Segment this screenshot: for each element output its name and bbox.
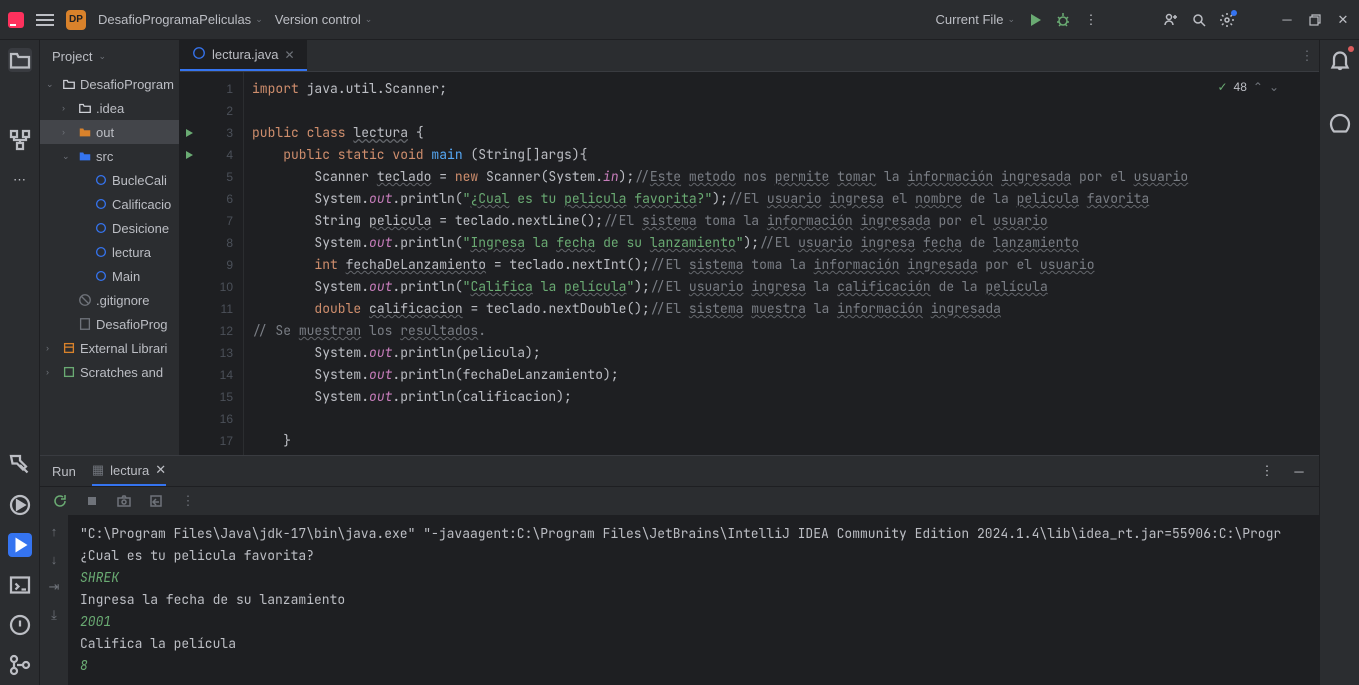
vcs-label: Version control: [275, 12, 361, 27]
run-toolbar: ⋮: [40, 486, 1319, 515]
notifications-button[interactable]: [1328, 48, 1352, 72]
run-config-tab[interactable]: ▦ lectura ✕: [92, 456, 166, 486]
run-panel: Run ▦ lectura ✕ ⋮ ─ ⋮ ↑ ↓: [40, 455, 1319, 685]
editor-tabs: lectura.java ✕ ⋮: [180, 40, 1319, 72]
project-panel-header[interactable]: Project ⌄: [40, 40, 179, 72]
maximize-button[interactable]: [1307, 12, 1323, 28]
main-menu-button[interactable]: [36, 14, 54, 26]
down-stack-button[interactable]: ↓: [46, 551, 62, 567]
tree-item[interactable]: ›External Librari: [40, 336, 179, 360]
services-tool-button[interactable]: [8, 493, 32, 517]
hide-run-button[interactable]: ─: [1291, 463, 1307, 479]
project-badge: DP: [66, 10, 86, 30]
code-with-me-icon[interactable]: [1163, 12, 1179, 28]
run-button[interactable]: [1027, 12, 1043, 28]
rerun-button[interactable]: [52, 493, 68, 509]
left-tool-rail: ⋯: [0, 40, 40, 685]
ij-logo-icon: [8, 12, 24, 28]
run-more-button[interactable]: ⋮: [1259, 463, 1275, 479]
run-panel-title: Run: [52, 464, 76, 479]
tree-item[interactable]: ›.idea: [40, 96, 179, 120]
minimize-button[interactable]: ─: [1279, 12, 1295, 28]
tree-item[interactable]: Main: [40, 264, 179, 288]
ai-assistant-button[interactable]: [1328, 112, 1352, 136]
console-output[interactable]: "C:\Program Files\Java\jdk-17\bin\java.e…: [68, 515, 1319, 685]
close-tab-button[interactable]: ✕: [284, 48, 294, 62]
soft-wrap-button[interactable]: ⇥: [46, 579, 62, 595]
tree-item[interactable]: lectura: [40, 240, 179, 264]
tree-item[interactable]: DesafioProg: [40, 312, 179, 336]
run-actions-more[interactable]: ⋮: [180, 493, 196, 509]
problems-tool-button[interactable]: [8, 613, 32, 637]
run-tool-button[interactable]: [8, 533, 32, 557]
project-name-label: DesafioProgramaPeliculas: [98, 12, 251, 27]
screenshot-button[interactable]: [116, 493, 132, 509]
tree-item[interactable]: Desicione: [40, 216, 179, 240]
inspection-widget[interactable]: ✓ 48 ⌃ ⌄: [1217, 80, 1279, 94]
editor-tab[interactable]: lectura.java ✕: [180, 40, 307, 71]
settings-icon[interactable]: [1219, 12, 1235, 28]
titlebar: DP DesafioProgramaPeliculas ⌄ Version co…: [0, 0, 1359, 40]
run-gutter[interactable]: [180, 72, 198, 455]
close-window-button[interactable]: ✕: [1335, 12, 1351, 28]
exit-button[interactable]: [148, 493, 164, 509]
vcs-dropdown[interactable]: Version control ⌄: [275, 12, 373, 27]
check-icon: ✓: [1217, 80, 1227, 94]
editor: lectura.java ✕ ⋮ 12345678910111213141516…: [180, 40, 1319, 455]
tree-item[interactable]: BucleCali: [40, 168, 179, 192]
prev-problem-button[interactable]: ⌃: [1253, 80, 1263, 94]
editor-more-button[interactable]: ⋮: [1295, 40, 1319, 71]
tree-item[interactable]: ›out: [40, 120, 179, 144]
chevron-down-icon: ⌄: [255, 14, 263, 25]
hammer-tool-button[interactable]: [8, 453, 32, 477]
tree-item[interactable]: ⌄DesafioProgram: [40, 72, 179, 96]
project-panel: Project ⌄ ⌄DesafioProgram›.idea›out⌄srcB…: [40, 40, 180, 455]
more-actions-button[interactable]: ⋮: [1083, 12, 1099, 28]
structure-tool-button[interactable]: [8, 128, 32, 152]
tree-item[interactable]: Calificacio: [40, 192, 179, 216]
run-tab-label: lectura: [110, 463, 149, 478]
tree-item[interactable]: ›Scratches and: [40, 360, 179, 384]
next-problem-button[interactable]: ⌄: [1269, 80, 1279, 94]
java-file-icon: [192, 46, 206, 63]
app-icon: ▦: [92, 462, 104, 478]
problem-count: 48: [1234, 80, 1247, 94]
run-config-dropdown[interactable]: Current File ⌄: [936, 12, 1015, 27]
chevron-down-icon: ⌄: [98, 51, 106, 62]
project-tree[interactable]: ⌄DesafioProgram›.idea›out⌄srcBucleCaliCa…: [40, 72, 179, 455]
tree-item[interactable]: ⌄src: [40, 144, 179, 168]
close-run-tab-button[interactable]: ✕: [155, 462, 166, 478]
scroll-end-button[interactable]: ⤓: [46, 607, 62, 623]
chevron-down-icon: ⌄: [1007, 14, 1015, 25]
tree-item[interactable]: .gitignore: [40, 288, 179, 312]
run-side-toolbar: ↑ ↓ ⇥ ⤓: [40, 515, 68, 685]
debug-button[interactable]: [1055, 12, 1071, 28]
search-everywhere-icon[interactable]: [1191, 12, 1207, 28]
run-config-label: Current File: [936, 12, 1004, 27]
code-content[interactable]: import java.util.Scanner; public class l…: [244, 72, 1319, 455]
stop-button[interactable]: [84, 493, 100, 509]
more-tools-button[interactable]: ⋯: [8, 168, 32, 192]
terminal-tool-button[interactable]: [8, 573, 32, 597]
tab-label: lectura.java: [212, 47, 278, 62]
chevron-down-icon: ⌄: [365, 14, 373, 25]
project-dropdown[interactable]: DesafioProgramaPeliculas ⌄: [98, 12, 263, 27]
project-tool-button[interactable]: [8, 48, 32, 72]
project-panel-title: Project: [52, 49, 92, 64]
line-gutter: 1234567891011121314151617: [198, 72, 244, 455]
up-stack-button[interactable]: ↑: [46, 523, 62, 539]
right-tool-rail: [1319, 40, 1359, 685]
vcs-tool-button[interactable]: [8, 653, 32, 677]
